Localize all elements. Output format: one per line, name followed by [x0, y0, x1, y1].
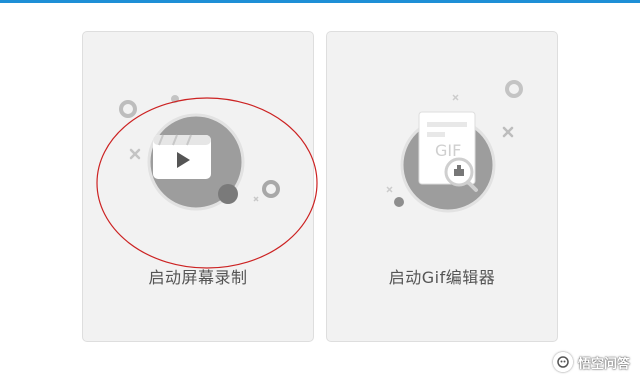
wukong-watermark: 悟空问答	[552, 352, 630, 372]
start-gif-editor-card[interactable]: GIF 启动Gif编辑器	[326, 31, 558, 342]
svg-text:GIF: GIF	[435, 141, 461, 160]
start-screen-recording-label: 启动屏幕录制	[148, 268, 248, 287]
video-play-icon	[119, 95, 280, 211]
wukong-logo-icon	[552, 352, 573, 372]
start-gif-editor-label: 启动Gif编辑器	[388, 268, 496, 287]
start-screen-recording-card[interactable]: 启动屏幕录制	[82, 31, 314, 342]
watermark-text: 悟空问答	[577, 356, 630, 372]
top-accent-bar	[0, 0, 640, 3]
gif-editor-icon: GIF	[386, 80, 523, 213]
